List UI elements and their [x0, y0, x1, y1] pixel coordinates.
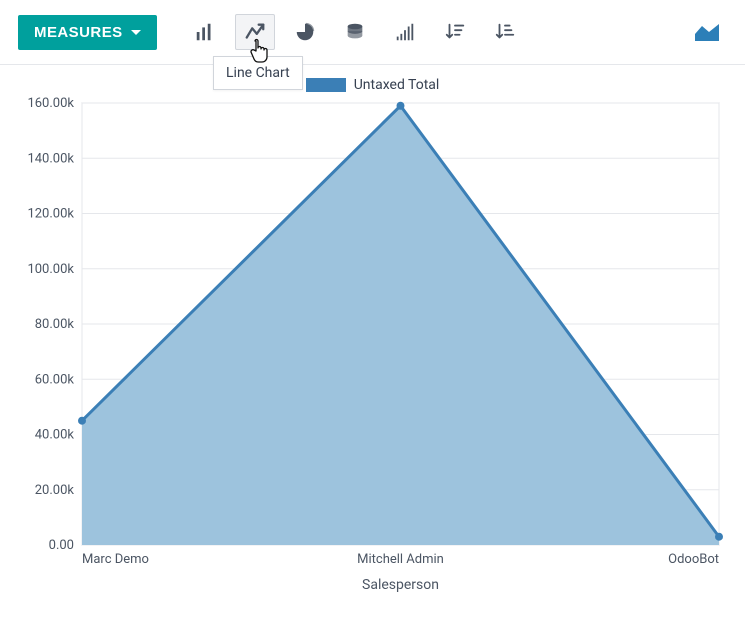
measures-button[interactable]: MEASURES	[18, 15, 157, 50]
measures-button-label: MEASURES	[34, 24, 123, 41]
area-chart-indicator	[687, 14, 727, 50]
x-axis-title: Salesperson	[362, 577, 439, 593]
grouped-bar-icon	[394, 21, 416, 43]
bar-chart-icon	[194, 21, 216, 43]
sort-desc-icon	[444, 21, 466, 43]
sort-desc-button[interactable]	[435, 14, 475, 50]
y-tick-label: 100.00k	[27, 262, 74, 277]
chart-type-group	[185, 14, 525, 50]
y-tick-label: 120.00k	[27, 207, 74, 222]
stacked-icon	[344, 21, 366, 43]
data-point-hit[interactable]	[70, 409, 94, 433]
pie-chart-button[interactable]	[285, 14, 325, 50]
tooltip-text: Line Chart	[226, 65, 290, 81]
line-chart-icon	[244, 21, 266, 43]
x-tick-label: Mitchell Admin	[357, 552, 444, 567]
y-tick-label: 140.00k	[27, 151, 74, 166]
legend-swatch	[306, 78, 346, 92]
area-chart-icon	[693, 20, 721, 44]
x-tick-label: Marc Demo	[82, 552, 149, 567]
stacked-button[interactable]	[335, 14, 375, 50]
y-tick-label: 160.00k	[27, 97, 74, 111]
bar-chart-button[interactable]	[185, 14, 225, 50]
caret-down-icon	[131, 30, 141, 35]
y-tick-label: 40.00k	[35, 428, 75, 443]
y-tick-label: 20.00k	[35, 483, 75, 498]
chart-type-tooltip: Line Chart	[213, 56, 303, 90]
legend-label: Untaxed Total	[354, 77, 440, 93]
pie-chart-icon	[294, 21, 316, 43]
line-chart-button[interactable]	[235, 14, 275, 50]
data-point-hit[interactable]	[707, 525, 731, 549]
grouped-bar-button[interactable]	[385, 14, 425, 50]
chart-area: 0.00 20.00k 40.00k 60.00k 80.00k 100.00k 120.0…	[0, 97, 745, 615]
y-tick-label: 0.00	[49, 538, 74, 553]
x-tick-label: OdooBot	[668, 552, 719, 567]
sort-asc-button[interactable]	[485, 14, 525, 50]
sort-asc-icon	[494, 21, 516, 43]
y-tick-label: 60.00k	[35, 372, 75, 387]
chart-legend: Untaxed Total	[0, 65, 745, 97]
toolbar: MEASURES	[0, 0, 745, 65]
y-tick-label: 80.00k	[35, 317, 75, 332]
line-chart-svg: 0.00 20.00k 40.00k 60.00k 80.00k 100.00k 120.0…	[4, 97, 733, 607]
